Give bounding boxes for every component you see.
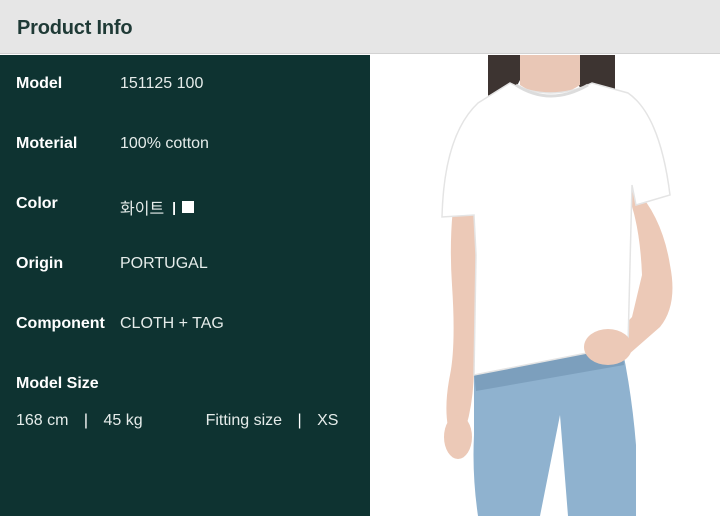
color-separator: | [172, 199, 177, 215]
color-value: 화이트 | [120, 195, 195, 219]
spec-label: Component [16, 315, 105, 332]
spec-label: Color [16, 195, 58, 212]
page-header: Product Info [0, 0, 720, 54]
right-hand-shape [584, 329, 632, 365]
fitting-size-value: XS [317, 412, 339, 429]
left-hand-shape [444, 415, 472, 459]
spec-value: 151125 100 [120, 75, 204, 92]
spec-value: PORTUGAL [120, 255, 208, 272]
neck-shape [520, 55, 580, 95]
page-title: Product Info [17, 17, 133, 39]
spec-value: CLOTH + TAG [120, 315, 224, 332]
product-info-panel: Model 151125 100 Moterial 100% cotton Co… [0, 55, 370, 516]
size-divider: | [83, 412, 89, 429]
spec-label: Model [16, 75, 63, 92]
spec-value: 100% cotton [120, 135, 209, 152]
size-divider: | [297, 412, 302, 429]
model-height: 168 cm [16, 412, 69, 429]
model-illustration [441, 55, 673, 516]
color-swatch [182, 201, 195, 213]
fitting-size-label: Fitting size [205, 412, 283, 429]
spec-label: Moterial [16, 135, 78, 152]
product-photo [370, 55, 720, 516]
model-size-heading: Model Size [16, 375, 99, 392]
spec-label: Origin [16, 255, 64, 272]
model-weight: 45 kg [103, 412, 143, 429]
model-size-details: 168 cm | 45 kg Fitting size | XS [16, 412, 338, 430]
color-name: 화이트 [120, 201, 165, 218]
